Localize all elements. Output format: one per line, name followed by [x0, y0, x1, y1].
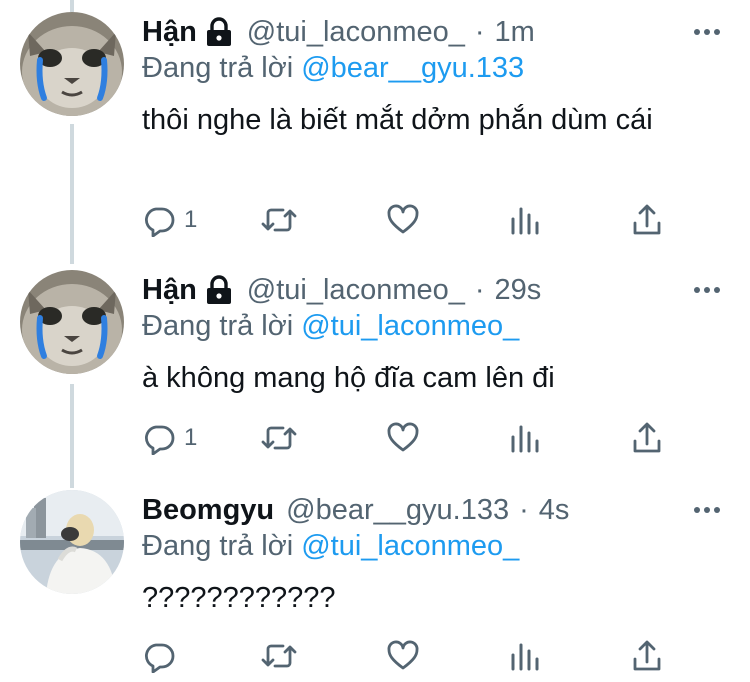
analytics-icon [511, 425, 539, 453]
tweet-header: Beomgyu @bear__gyu.133 · 4s [142, 490, 690, 530]
avatar[interactable] [20, 270, 124, 374]
retweet-button[interactable] [260, 420, 298, 456]
separator: · [474, 273, 485, 306]
reply-button[interactable]: 1 [142, 202, 197, 238]
timestamp[interactable]: 4s [539, 494, 570, 527]
separator: · [474, 15, 485, 48]
reply-count: 1 [184, 206, 198, 233]
retweet-icon [261, 208, 297, 232]
share-button[interactable] [632, 420, 662, 456]
user-handle[interactable]: @tui_laconmeo_ [247, 16, 465, 49]
analytics-button[interactable] [510, 420, 540, 456]
heart-icon [387, 640, 419, 670]
tweet[interactable]: Beomgyu @bear__gyu.133 · 4s Đang trả lời… [0, 490, 750, 682]
analytics-button[interactable] [510, 202, 540, 238]
reply-button[interactable]: 1 [142, 420, 197, 456]
share-icon [633, 640, 661, 671]
more-dots-icon[interactable] [692, 500, 722, 520]
reply-icon [144, 643, 175, 673]
share-button[interactable] [632, 638, 662, 674]
replying-to-label: Đang trả lời [142, 52, 294, 84]
share-icon [633, 422, 661, 453]
replying-to: Đang trả lời @bear__gyu.133 [142, 52, 524, 85]
tweet[interactable]: Hận @tui_laconmeo_ · 29s Đang trả lời @tu… [0, 270, 750, 470]
mention-link[interactable]: @bear__gyu.133 [301, 52, 524, 84]
lock-icon [205, 17, 233, 47]
replying-to: Đang trả lời @tui_laconmeo_ [142, 530, 519, 563]
display-name[interactable]: Beomgyu [142, 494, 274, 527]
thread-connector [70, 0, 74, 12]
user-handle[interactable]: @tui_laconmeo_ [247, 274, 465, 307]
timestamp[interactable]: 1m [495, 16, 535, 49]
reply-button[interactable] [142, 638, 184, 674]
like-button[interactable] [386, 202, 420, 238]
separator: · [519, 493, 529, 526]
retweet-icon [261, 426, 297, 450]
heart-icon [387, 204, 419, 234]
share-icon [633, 204, 661, 235]
avatar[interactable] [20, 12, 124, 116]
reply-icon [144, 207, 175, 237]
crying-cat-avatar-icon [20, 270, 124, 374]
tweet-header: Hận @tui_laconmeo_ · 1m [142, 12, 690, 52]
tweet-actions [142, 638, 662, 678]
replying-to: Đang trả lời @tui_laconmeo_ [142, 310, 519, 343]
retweet-icon [261, 644, 297, 668]
tweet-actions: 1 [142, 202, 662, 242]
avatar[interactable] [20, 490, 124, 594]
retweet-button[interactable] [260, 202, 298, 238]
tweet-thread: Hận @tui_laconmeo_ · 1m Đang trả lời @bea… [0, 0, 750, 682]
like-button[interactable] [386, 420, 420, 456]
crying-cat-avatar-icon [20, 12, 124, 116]
replying-to-label: Đang trả lời [142, 310, 294, 342]
tweet-text: ???????????? [142, 582, 336, 614]
analytics-icon [511, 207, 539, 235]
display-name[interactable]: Hận [142, 274, 197, 307]
share-button[interactable] [632, 202, 662, 238]
heart-icon [387, 422, 419, 452]
tweet[interactable]: Hận @tui_laconmeo_ · 1m Đang trả lời @bea… [0, 12, 750, 262]
tweet-header: Hận @tui_laconmeo_ · 29s [142, 270, 690, 310]
more-dots-icon[interactable] [692, 280, 722, 300]
reply-count: 1 [184, 424, 198, 451]
timestamp[interactable]: 29s [495, 274, 542, 307]
tweet-text: à không mang hộ đĩa cam lên đi [142, 362, 555, 394]
more-dots-icon[interactable] [692, 22, 722, 42]
tweet-text: thôi nghe là biết mắt dởm phắn dùm cái [142, 104, 653, 136]
analytics-icon [511, 643, 539, 671]
analytics-button[interactable] [510, 638, 540, 674]
user-handle[interactable]: @bear__gyu.133 [286, 494, 509, 527]
like-button[interactable] [386, 638, 420, 674]
tweet-actions: 1 [142, 420, 662, 460]
mention-link[interactable]: @tui_laconmeo_ [301, 530, 519, 562]
retweet-button[interactable] [260, 638, 298, 674]
display-name[interactable]: Hận [142, 16, 197, 49]
mention-link[interactable]: @tui_laconmeo_ [301, 310, 519, 342]
person-photo-avatar-icon [20, 490, 124, 594]
lock-icon [205, 275, 233, 305]
reply-icon [144, 425, 175, 455]
replying-to-label: Đang trả lời [142, 530, 294, 562]
